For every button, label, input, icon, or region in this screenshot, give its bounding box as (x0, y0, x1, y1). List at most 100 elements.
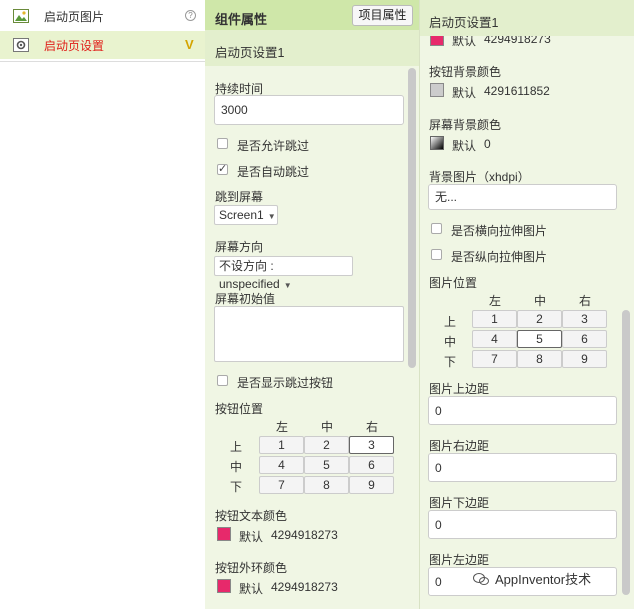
screen-bg-color-default: 默认 (452, 139, 477, 153)
stretch-horizontal-checkbox[interactable] (431, 223, 442, 234)
margin-top-input[interactable]: 0 (428, 396, 617, 425)
grid-row-header: 上 (230, 440, 243, 454)
component-name-bar: 启动页设置1 (205, 30, 419, 66)
grid-col-header: 右 (578, 294, 591, 308)
gear-icon (13, 38, 29, 52)
component-name: 启动页设置1 (215, 46, 285, 60)
tree-item-splash-image[interactable]: 启动页图片 ? (0, 2, 205, 30)
position-button-1[interactable]: 1 (259, 436, 304, 454)
properties-header: 组件属性 项目属性 (205, 0, 419, 30)
image-position-button-4[interactable]: 4 (472, 330, 517, 348)
position-button-7[interactable]: 7 (259, 476, 304, 494)
button-bg-color-value: 4291611852 (484, 84, 550, 98)
tree-item-label: 启动页设置 (44, 38, 105, 53)
show-skip-button-label: 是否显示跳过按钮 (237, 376, 334, 390)
allow-skip-checkbox[interactable] (217, 138, 228, 149)
help-icon[interactable]: ? (185, 10, 196, 21)
stretch-horizontal-label: 是否横向拉伸图片 (451, 224, 548, 238)
ring-color-swatch[interactable] (217, 579, 231, 593)
stretch-vertical-label: 是否纵向拉伸图片 (451, 250, 548, 264)
image-position-button-6[interactable]: 6 (562, 330, 607, 348)
orientation-label: 屏幕方向 (215, 240, 264, 254)
grid-col-header: 左 (275, 420, 288, 434)
grid-row-header: 下 (230, 480, 243, 494)
button-bg-color-default: 默认 (452, 86, 477, 100)
orientation-dropdown[interactable]: 不设方向 : unspecified ▼ (214, 256, 353, 291)
button-bg-color-label: 按钮背景颜色 (429, 65, 502, 79)
grid-col-header: 左 (488, 294, 501, 308)
position-button-9[interactable]: 9 (349, 476, 394, 494)
position-button-2[interactable]: 2 (304, 436, 349, 454)
grid-col-header: 中 (533, 294, 546, 308)
image-position-button-7[interactable]: 7 (472, 350, 517, 368)
ring-color-default: 默认 (239, 582, 264, 596)
jump-screen-dropdown[interactable]: Screen1 ▼ (214, 205, 278, 225)
stretch-vertical-checkbox[interactable] (431, 249, 442, 260)
scrollbar[interactable] (408, 68, 416, 368)
position-button-6[interactable]: 6 (349, 456, 394, 474)
selected-check-icon: V (185, 37, 194, 52)
text-color-value: 4294918273 (271, 528, 338, 542)
grid-col-header: 右 (365, 420, 378, 434)
ring-color-label: 按钮外环颜色 (215, 561, 288, 575)
position-button-5[interactable]: 5 (304, 456, 349, 474)
position-button-4[interactable]: 4 (259, 456, 304, 474)
orientation-value: 不设方向 : unspecified (219, 259, 280, 291)
tree-item-splash-settings[interactable]: 启动页设置 V (0, 31, 205, 59)
allow-skip-label: 是否允许跳过 (237, 139, 310, 153)
tree-item-label: 启动页图片 (44, 9, 105, 24)
button-position-label: 按钮位置 (215, 402, 264, 416)
margin-right-label: 图片右边距 (429, 439, 490, 453)
component-tree: 启动页图片 ? 启动页设置 V (0, 0, 205, 62)
image-position-button-5[interactable]: 5 (517, 330, 562, 348)
grid-row-header: 中 (444, 335, 457, 349)
position-button-3[interactable]: 3 (349, 436, 394, 454)
show-skip-button-checkbox[interactable] (217, 375, 228, 386)
ring-color-value: 4294918273 (271, 580, 338, 594)
grid-row-header: 上 (444, 315, 457, 329)
auto-skip-label: 是否自动跳过 (237, 165, 310, 179)
wechat-icon (473, 573, 489, 585)
bg-image-label: 背景图片（xhdpi） (429, 170, 530, 184)
image-position-button-1[interactable]: 1 (472, 310, 517, 328)
jump-screen-label: 跳到屏幕 (215, 190, 264, 204)
margin-top-label: 图片上边距 (429, 382, 490, 396)
image-position-button-8[interactable]: 8 (517, 350, 562, 368)
button-bg-color-swatch[interactable] (430, 83, 444, 97)
image-position-button-2[interactable]: 2 (517, 310, 562, 328)
grid-row-header: 中 (230, 460, 243, 474)
margin-right-input[interactable]: 0 (428, 453, 617, 482)
text-color-default: 默认 (239, 530, 264, 544)
bg-image-picker[interactable]: 无... (428, 184, 617, 210)
jump-screen-value: Screen1 (219, 208, 264, 222)
grid-col-header: 中 (320, 420, 333, 434)
watermark-text: AppInventor技术 (495, 572, 592, 587)
caret-down-icon: ▼ (267, 212, 276, 221)
screen-bg-color-label: 屏幕背景颜色 (429, 118, 502, 132)
properties-panel-scrolled: 默认 4294918273 启动页设置1 按钮背景颜色 默认 429161185… (419, 0, 634, 609)
component-name-bar: 启动页设置1 (420, 0, 634, 36)
image-icon (13, 9, 29, 23)
position-button-8[interactable]: 8 (304, 476, 349, 494)
scrollbar[interactable] (622, 310, 630, 595)
component-name: 启动页设置1 (429, 16, 499, 30)
image-position-button-3[interactable]: 3 (562, 310, 607, 328)
properties-panel: 组件属性 项目属性 启动页设置1 持续时间 3000 是否允许跳过 是否自动跳过… (205, 0, 419, 609)
duration-input[interactable]: 3000 (214, 95, 404, 125)
project-properties-button[interactable]: 项目属性 (352, 5, 413, 26)
init-value-label: 屏幕初始值 (215, 292, 276, 306)
grid-row-header: 下 (444, 355, 457, 369)
auto-skip-checkbox[interactable] (217, 162, 228, 175)
margin-left-label: 图片左边距 (429, 553, 490, 567)
screen-bg-color-value: 0 (484, 137, 491, 151)
image-position-button-9[interactable]: 9 (562, 350, 607, 368)
margin-bottom-label: 图片下边距 (429, 496, 490, 510)
caret-down-icon: ▼ (283, 281, 292, 290)
image-position-label: 图片位置 (429, 276, 478, 290)
init-value-textarea[interactable] (214, 306, 404, 362)
margin-bottom-input[interactable]: 0 (428, 510, 617, 539)
screen-bg-color-swatch[interactable] (430, 136, 444, 150)
text-color-swatch[interactable] (217, 527, 231, 541)
text-color-label: 按钮文本颜色 (215, 509, 288, 523)
panel-title: 组件属性 (215, 12, 268, 27)
